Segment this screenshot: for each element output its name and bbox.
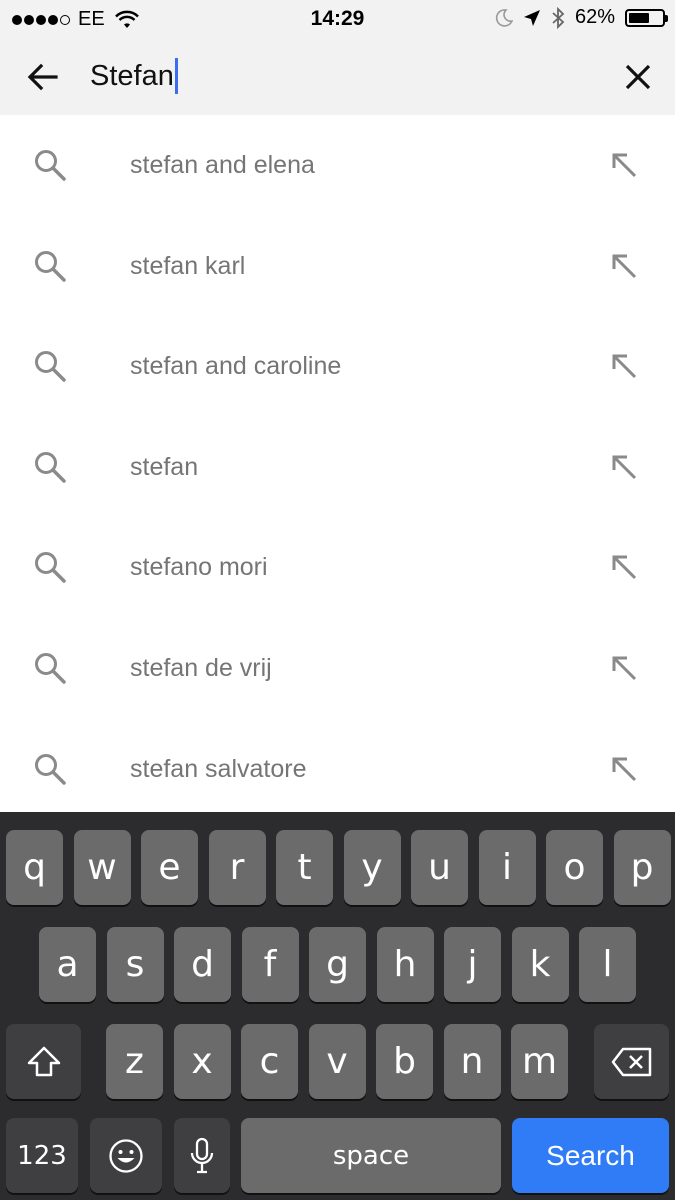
bluetooth-icon: [552, 6, 565, 29]
suggestion-list: stefan and elena stefan karl stefan and ca…: [0, 115, 675, 819]
fill-query-arrow-icon[interactable]: [609, 251, 639, 281]
numbers-key[interactable]: 123: [6, 1118, 78, 1193]
suggestion-text: stefan: [130, 452, 199, 481]
suggestion-item[interactable]: stefan and elena: [0, 115, 675, 216]
search-header: Stefan: [0, 38, 675, 115]
search-icon: [35, 150, 66, 181]
dictation-key[interactable]: [174, 1118, 230, 1193]
back-arrow-icon[interactable]: [24, 58, 62, 96]
key-t[interactable]: t: [276, 830, 333, 905]
key-i[interactable]: i: [478, 830, 536, 905]
space-key-label: space: [332, 1140, 410, 1171]
close-icon[interactable]: [619, 58, 657, 96]
key-c[interactable]: c: [241, 1024, 298, 1099]
location-arrow-icon: [523, 9, 540, 26]
key-e[interactable]: e: [141, 830, 198, 905]
suggestion-text: stefano mori: [130, 553, 268, 582]
search-key[interactable]: Search: [512, 1118, 669, 1193]
fill-query-arrow-icon[interactable]: [609, 552, 639, 582]
key-g[interactable]: g: [309, 927, 366, 1002]
key-v[interactable]: v: [308, 1024, 366, 1099]
battery-icon: [625, 8, 668, 27]
key-q[interactable]: q: [6, 830, 63, 905]
text-caret: [174, 58, 178, 94]
fill-query-arrow-icon[interactable]: [609, 754, 639, 784]
suggestion-item[interactable]: stefan karl: [0, 216, 675, 317]
backspace-icon: [611, 1047, 651, 1076]
space-key[interactable]: space: [241, 1118, 501, 1193]
search-icon: [35, 250, 66, 282]
key-m[interactable]: m: [511, 1024, 568, 1099]
key-w[interactable]: w: [73, 830, 131, 905]
search-icon: [35, 351, 66, 382]
fill-query-arrow-icon[interactable]: [609, 452, 639, 482]
search-icon: [35, 753, 66, 785]
key-s[interactable]: s: [106, 927, 164, 1002]
suggestion-item[interactable]: stefan: [0, 417, 675, 518]
fill-query-arrow-icon[interactable]: [609, 653, 639, 683]
fill-query-arrow-icon[interactable]: [609, 351, 639, 381]
search-key-label: Search: [546, 1139, 635, 1171]
suggestion-text: stefan and caroline: [130, 352, 342, 381]
emoji-icon: [109, 1138, 143, 1173]
numbers-key-label: 123: [17, 1140, 67, 1171]
key-j[interactable]: j: [444, 927, 501, 1002]
key-u[interactable]: u: [411, 830, 468, 905]
moon-icon: [495, 8, 513, 27]
key-k[interactable]: k: [511, 927, 569, 1002]
microphone-icon: [190, 1137, 214, 1173]
suggestion-item[interactable]: stefan de vrij: [0, 618, 675, 719]
key-z[interactable]: z: [106, 1024, 163, 1099]
suggestion-text: stefan karl: [130, 251, 246, 280]
key-y[interactable]: y: [343, 830, 401, 905]
suggestion-text: stefan salvatore: [130, 754, 307, 783]
key-p[interactable]: p: [613, 830, 671, 905]
status-right: 62%: [495, 6, 668, 29]
key-f[interactable]: f: [241, 927, 299, 1002]
emoji-key[interactable]: [90, 1118, 162, 1193]
search-icon: [35, 652, 66, 684]
key-b[interactable]: b: [376, 1024, 433, 1099]
battery-level: [629, 12, 649, 23]
suggestion-text: stefan and elena: [130, 151, 315, 179]
key-l[interactable]: l: [579, 927, 636, 1002]
shift-icon: [27, 1046, 60, 1076]
search-icon: [35, 451, 66, 483]
search-query-text: Stefan: [90, 59, 174, 92]
key-h[interactable]: h: [376, 927, 434, 1002]
shift-key[interactable]: [6, 1024, 81, 1099]
key-d[interactable]: d: [174, 927, 231, 1002]
key-r[interactable]: r: [208, 830, 266, 905]
backspace-key[interactable]: [594, 1024, 669, 1099]
suggestion-item[interactable]: stefan and caroline: [0, 316, 675, 417]
search-input[interactable]: Stefan: [90, 56, 178, 96]
key-x[interactable]: x: [173, 1024, 231, 1099]
fill-query-arrow-icon[interactable]: [609, 150, 639, 180]
search-icon: [35, 552, 66, 584]
suggestion-text: stefan de vrij: [130, 653, 272, 682]
status-bar: EE 14:29 62%: [0, 0, 675, 38]
battery-percent: 62%: [574, 6, 615, 28]
keyboard: 123 space Search qwertyuiop asdfghjkl zxcv…: [0, 812, 675, 1200]
key-n[interactable]: n: [443, 1024, 501, 1099]
key-o[interactable]: o: [546, 830, 603, 905]
suggestion-item[interactable]: stefano mori: [0, 517, 675, 618]
suggestion-item[interactable]: stefan salvatore: [0, 719, 675, 820]
key-a[interactable]: a: [39, 927, 96, 1002]
